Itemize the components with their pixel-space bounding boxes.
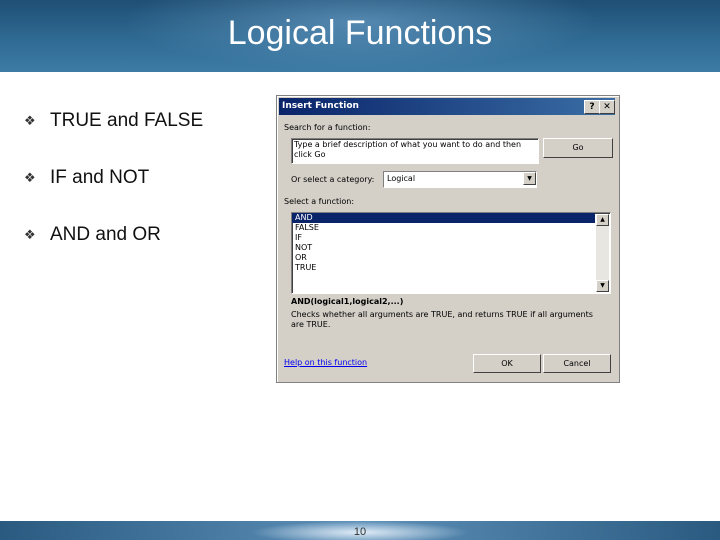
bullet-list: ❖ TRUE and FALSE ❖ IF and NOT ❖ AND and … — [24, 92, 203, 263]
function-list-label: Select a function: — [284, 197, 355, 206]
bullet-item: ❖ AND and OR — [24, 206, 203, 263]
diamond-bullet-icon: ❖ — [24, 226, 36, 242]
list-item[interactable]: AND — [292, 213, 595, 223]
function-description: Checks whether all arguments are TRUE, a… — [291, 310, 593, 329]
dialog-titlebar[interactable]: Insert Function ? ✕ — [279, 98, 615, 115]
function-signature: AND(logical1,logical2,...) — [291, 297, 404, 306]
list-item[interactable]: IF — [292, 233, 610, 243]
bullet-item: ❖ TRUE and FALSE — [24, 92, 203, 149]
chevron-down-icon[interactable]: ▼ — [523, 172, 536, 185]
ok-button[interactable]: OK — [473, 354, 541, 373]
category-value: Logical — [387, 174, 416, 183]
help-button[interactable]: ? — [584, 100, 600, 114]
diamond-bullet-icon: ❖ — [24, 169, 36, 185]
help-link[interactable]: Help on this function — [284, 358, 367, 367]
search-input[interactable]: Type a brief description of what you wan… — [291, 138, 539, 164]
bullet-item: ❖ IF and NOT — [24, 149, 203, 206]
dialog-title: Insert Function — [282, 101, 359, 111]
slide-title: Logical Functions — [227, 14, 493, 52]
search-input-text: Type a brief description of what you wan… — [294, 140, 522, 159]
bullet-text: TRUE and FALSE — [50, 109, 204, 131]
list-item[interactable]: NOT — [292, 243, 610, 253]
category-label: Or select a category: — [291, 175, 375, 184]
list-item[interactable]: OR — [292, 253, 610, 263]
diamond-bullet-icon: ❖ — [24, 112, 36, 128]
list-scrollbar[interactable]: ▲ ▼ — [596, 214, 609, 292]
list-item[interactable]: FALSE — [292, 223, 610, 233]
scroll-up-icon[interactable]: ▲ — [596, 214, 609, 226]
cancel-button[interactable]: Cancel — [543, 354, 611, 373]
insert-function-dialog: Insert Function ? ✕ Search for a functio… — [276, 95, 620, 383]
bullet-text: AND and OR — [50, 223, 161, 245]
function-listbox[interactable]: AND FALSE IF NOT OR TRUE ▲ ▼ — [291, 212, 611, 294]
bullet-text: IF and NOT — [50, 166, 150, 188]
scroll-down-icon[interactable]: ▼ — [596, 280, 609, 292]
search-label: Search for a function: — [284, 123, 371, 132]
page-number: 10 — [353, 526, 367, 538]
close-button[interactable]: ✕ — [599, 100, 615, 114]
go-button[interactable]: Go — [543, 138, 613, 158]
list-item[interactable]: TRUE — [292, 263, 610, 273]
category-select[interactable]: Logical ▼ — [383, 171, 537, 188]
